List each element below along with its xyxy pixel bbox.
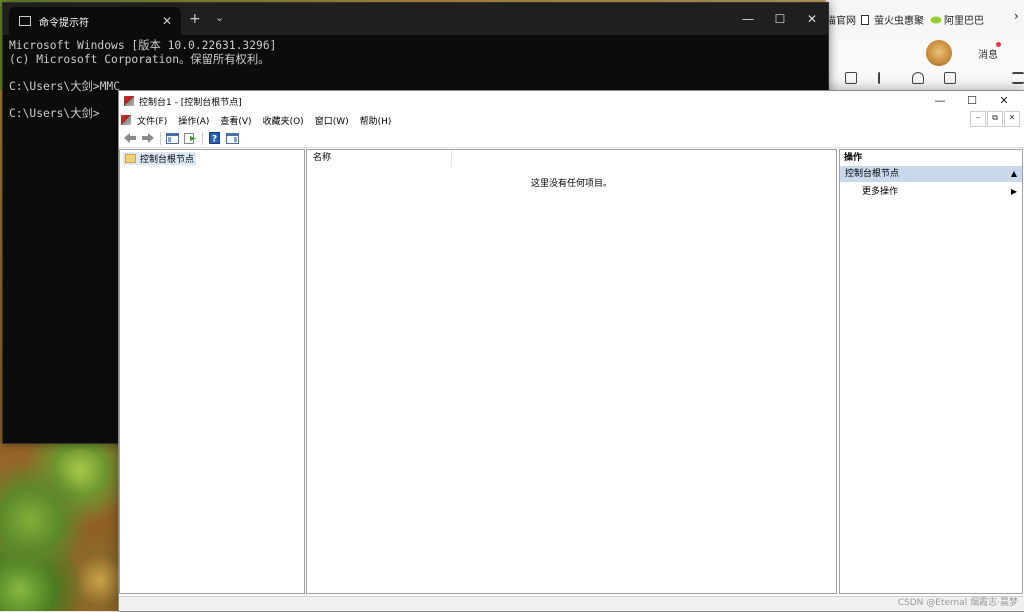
chevron-right-icon: › <box>1014 9 1019 23</box>
list-icon[interactable] <box>878 72 890 84</box>
home-icon[interactable] <box>912 72 924 84</box>
terminal-titlebar[interactable]: 命令提示符 ✕ + ⌄ — ☐ ✕ <box>3 3 828 35</box>
terminal-line: Microsoft Windows [版本 10.0.22631.3296] <box>9 39 277 52</box>
status-bar <box>119 596 1024 611</box>
watermark: CSDN @Eternal 烟霞志·晨梦 <box>897 598 1018 608</box>
tab-close-icon[interactable]: ✕ <box>159 14 175 28</box>
more-actions-label: 更多操作 <box>862 187 899 197</box>
toolbar-separator <box>202 131 203 145</box>
bookmark-item[interactable]: 猫官网 <box>826 12 856 27</box>
maximize-button[interactable]: ☐ <box>955 91 989 111</box>
help-icon: ? <box>208 132 220 145</box>
menu-bar: 文件(F) 操作(A) 查看(V) 收藏夹(O) 窗口(W) 帮助(H) <box>119 111 1024 129</box>
back-button[interactable] <box>123 132 137 145</box>
console-tree-icon <box>165 132 179 144</box>
maximize-button[interactable]: ☐ <box>765 9 795 29</box>
menu-help[interactable]: 帮助(H) <box>360 114 392 127</box>
new-tab-button[interactable]: + <box>189 11 201 27</box>
bookmark-item[interactable]: 阿里巴巴 <box>930 12 984 27</box>
collapse-icon[interactable]: ▲ <box>1011 166 1017 182</box>
page-icon <box>860 14 870 25</box>
show-hide-action-pane-button[interactable] <box>225 132 239 145</box>
forward-button[interactable] <box>141 132 155 145</box>
bookmarks-bar: 猫官网 萤火虫惠聚 阿里巴巴 › <box>826 0 1024 41</box>
bookmark-label: 猫官网 <box>826 16 856 27</box>
more-actions-item[interactable]: 更多操作 ▶ <box>840 184 1022 200</box>
child-window-controls: – ⧉ ✕ <box>969 111 1020 127</box>
help-button[interactable]: ? <box>207 132 221 145</box>
toolbar-separator <box>160 131 161 145</box>
menu-file[interactable]: 文件(F) <box>137 114 167 127</box>
menu-window[interactable]: 窗口(W) <box>315 114 349 127</box>
notification-dot <box>996 42 1001 47</box>
minimize-button[interactable]: — <box>923 91 957 111</box>
minimize-button[interactable]: — <box>733 9 763 29</box>
close-button[interactable]: ✕ <box>987 91 1021 111</box>
messages-link[interactable]: 消息 <box>978 46 998 61</box>
action-pane-icon <box>225 132 239 144</box>
bookmarks-more-button[interactable]: › <box>1014 9 1019 23</box>
show-hide-tree-button[interactable] <box>165 132 179 145</box>
bookmark-item[interactable]: 萤火虫惠聚 <box>860 12 924 27</box>
actions-section-label: 控制台根节点 <box>845 169 900 179</box>
terminal-tab[interactable]: 命令提示符 ✕ <box>9 7 181 35</box>
tab-dropdown-button[interactable]: ⌄ <box>215 11 224 24</box>
grid-icon[interactable] <box>845 72 857 84</box>
actions-section-header[interactable]: 控制台根节点 ▲ <box>840 166 1022 182</box>
child-restore-button[interactable]: ⧉ <box>987 111 1003 127</box>
back-arrow-icon <box>124 133 136 143</box>
svg-text:?: ? <box>211 135 216 145</box>
mmc-window: 控制台1 - [控制台根节点] — ☐ ✕ 文件(F) 操作(A) 查看(V) … <box>118 90 1024 612</box>
mmc-app-icon <box>124 96 134 106</box>
bookmark-label: 萤火虫惠聚 <box>874 16 924 27</box>
avatar[interactable] <box>926 40 952 66</box>
terminal-icon <box>19 16 31 26</box>
export-list-button[interactable] <box>183 132 197 145</box>
tree-node-label: 控制台根节点 <box>140 155 195 165</box>
window-title: 控制台1 - [控制台根节点] <box>139 97 242 108</box>
terminal-line: ​ <box>9 66 276 80</box>
empty-list-message: 这里没有任何项目。 <box>530 179 612 189</box>
menu-view[interactable]: 查看(V) <box>220 114 251 127</box>
submenu-arrow-icon: ▶ <box>1010 187 1017 196</box>
menu-action[interactable]: 操作(A) <box>178 114 209 127</box>
child-minimize-button[interactable]: – <box>970 111 986 127</box>
folder-icon <box>125 154 136 163</box>
close-button[interactable]: ✕ <box>797 9 827 29</box>
export-icon <box>183 132 196 144</box>
child-close-button[interactable]: ✕ <box>1004 111 1020 127</box>
column-header-name[interactable]: 名称 <box>307 150 452 167</box>
console-tree-pane: 控制台根节点 <box>119 149 305 594</box>
screenshot-icon[interactable] <box>944 72 956 84</box>
mmc-app-icon[interactable] <box>121 115 131 125</box>
terminal-line: (c) Microsoft Corporation。保留所有权利。 <box>9 52 270 66</box>
tree-node-console-root[interactable]: 控制台根节点 <box>123 152 197 165</box>
results-pane: 名称 这里没有任何项目。 <box>306 149 837 594</box>
terminal-tab-label: 命令提示符 <box>39 17 89 29</box>
mmc-titlebar[interactable]: 控制台1 - [控制台根节点] — ☐ ✕ <box>119 91 1024 111</box>
split-icon[interactable] <box>1012 72 1024 84</box>
toolbar: ? <box>119 129 1024 148</box>
bookmark-label: 阿里巴巴 <box>944 16 984 27</box>
actions-pane-title: 操作 <box>840 150 1022 166</box>
actions-pane: 操作 控制台根节点 ▲ 更多操作 ▶ <box>839 149 1023 594</box>
forward-arrow-icon <box>142 133 154 143</box>
leaf-icon <box>930 15 942 25</box>
menu-favorites[interactable]: 收藏夹(O) <box>263 114 304 127</box>
